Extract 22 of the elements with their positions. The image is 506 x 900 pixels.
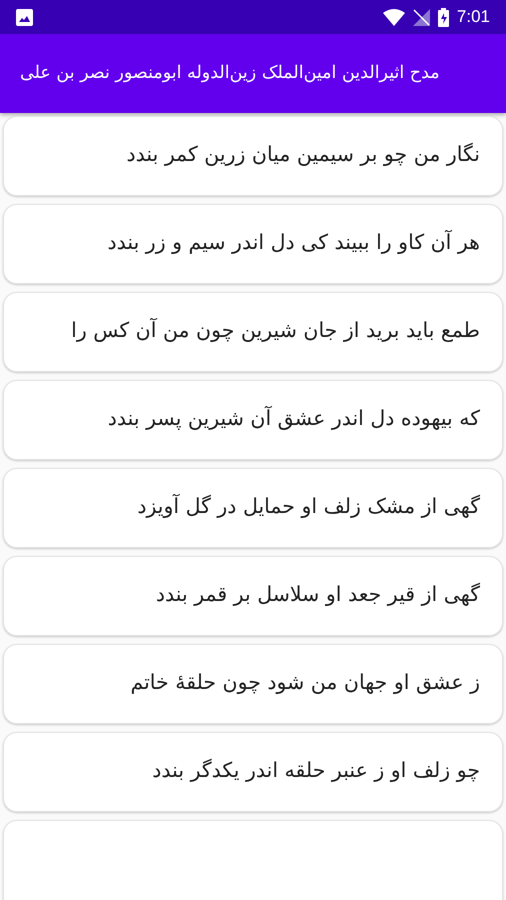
verse-card[interactable]: نگار من چو بر سیمین میان زرین کمر بندد bbox=[3, 116, 503, 196]
verse-card[interactable]: چو زلف او ز عنبر حلقه اندر یکدگر بندد bbox=[3, 732, 503, 812]
verse-text: نگار من چو بر سیمین میان زرین کمر بندد bbox=[126, 141, 480, 168]
no-signal-icon bbox=[412, 8, 430, 26]
wifi-icon bbox=[382, 8, 405, 26]
verse-card[interactable]: گهی از قیر جعد او سلاسل بر قمر بندد bbox=[3, 556, 503, 636]
verse-text: هر آن کاو را ببیند کی دل اندر سیم و زر بندد bbox=[106, 229, 480, 256]
verse-text: ز عشق او جهان من شود چون حلقهٔ خاتم bbox=[129, 669, 480, 696]
verse-text: گهی از مشک زلف او حمایل در گل آویزد bbox=[136, 492, 480, 520]
clock-time: 7:01 bbox=[456, 6, 490, 28]
verse-card[interactable]: هر آن کاو را ببیند کی دل اندر سیم و زر بندد bbox=[3, 204, 503, 284]
verse-card[interactable]: که بیهوده دل اندر عشق آن شیرین پسر بندد bbox=[3, 380, 503, 460]
verse-card[interactable]: گهی از مشک زلف او حمایل در گل آویزد bbox=[3, 468, 503, 548]
verse-text: که بیهوده دل اندر عشق آن شیرین پسر بندد bbox=[106, 404, 480, 432]
verse-card[interactable]: ز عشق او جهان من شود چون حلقهٔ خاتم bbox=[3, 644, 503, 724]
verse-card[interactable]: طمع باید برید از جان شیرین چون من آن کس را bbox=[3, 292, 503, 372]
verse-text: گهی از قیر جعد او سلاسل بر قمر بندد bbox=[154, 581, 480, 608]
image-icon bbox=[16, 8, 33, 26]
battery-icon bbox=[438, 8, 449, 26]
verse-text: طمع باید برید از جان شیرین چون من آن کس را bbox=[70, 317, 480, 344]
app-title: مدح اثیرالدین امین‌الملک زین‌الدوله ابومنصور نصر بن علی bbox=[20, 62, 440, 86]
verse-text: چو زلف او ز عنبر حلقه اندر یکدگر بندد bbox=[151, 757, 480, 784]
